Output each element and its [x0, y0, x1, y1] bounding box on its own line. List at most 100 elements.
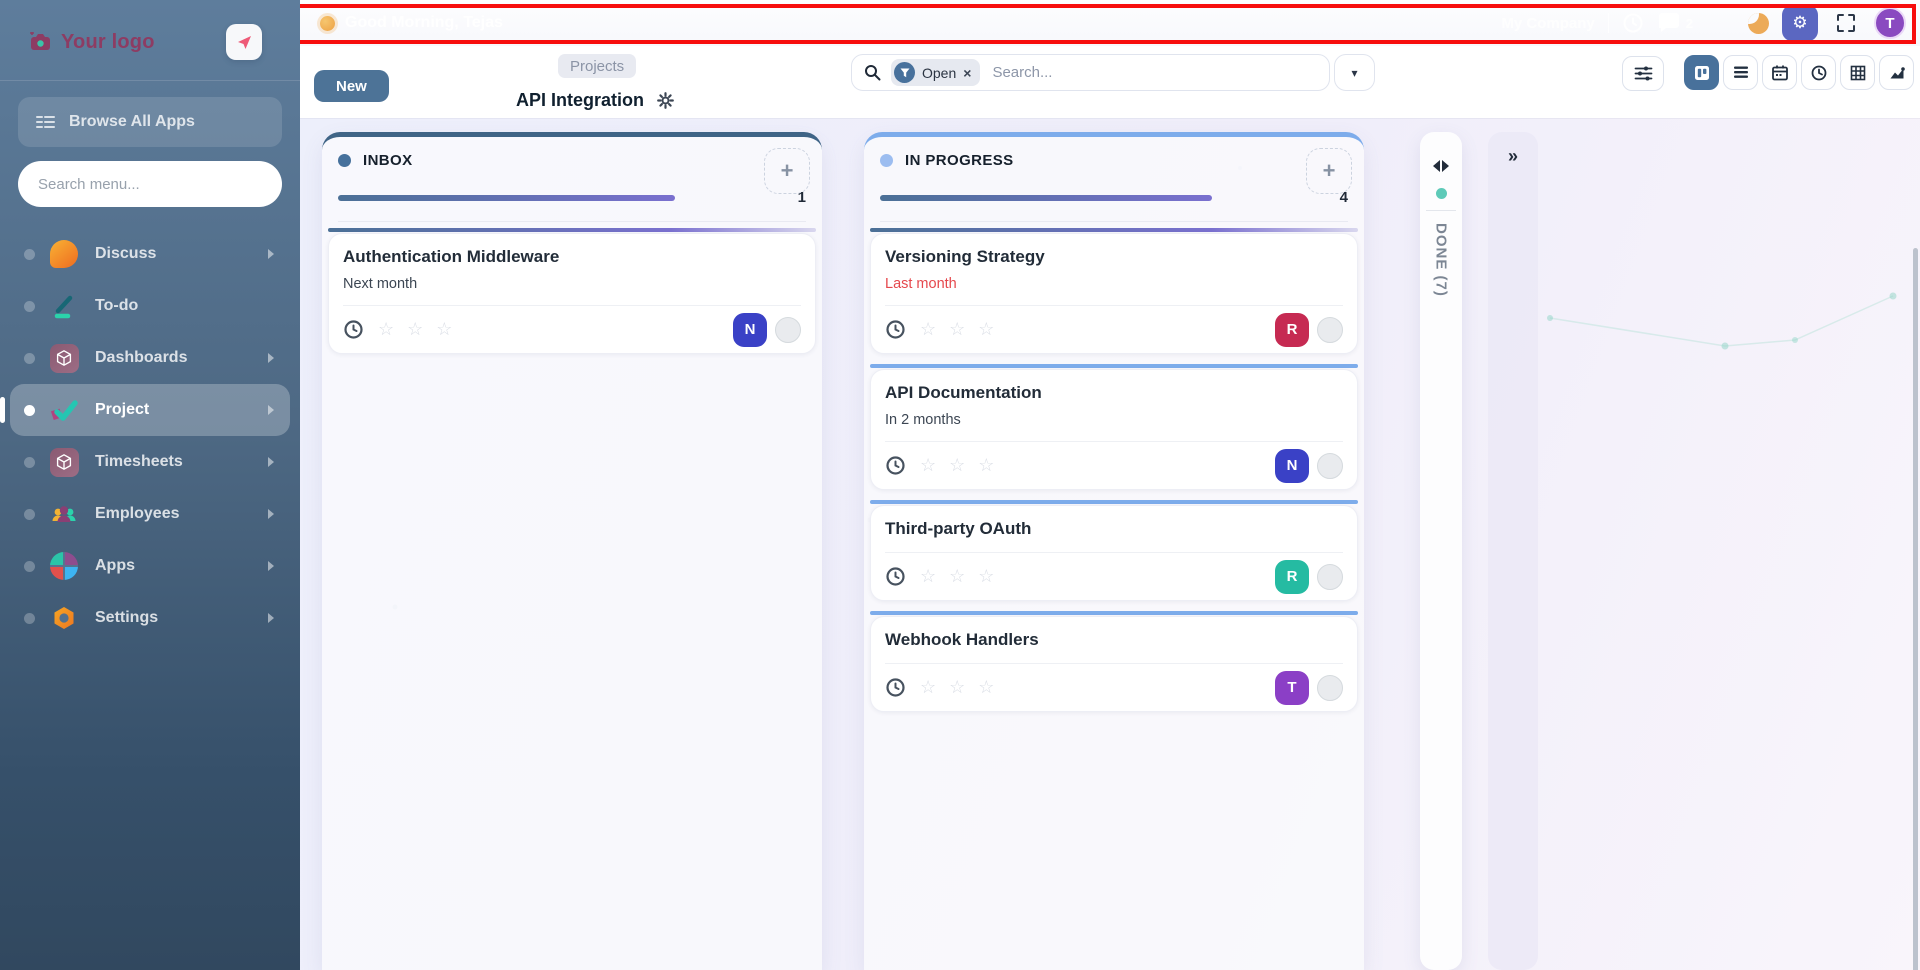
- messages-button[interactable]: 2: [1657, 13, 1693, 33]
- add-card-button[interactable]: +: [1306, 148, 1352, 194]
- sidebar-item-apps[interactable]: Apps: [10, 540, 290, 592]
- assignee-avatar[interactable]: N: [733, 313, 767, 347]
- chevron-right-icon: [268, 561, 274, 571]
- sidebar-item-dashboards[interactable]: Dashboards: [10, 332, 290, 384]
- priority-stars[interactable]: ☆ ☆ ☆: [920, 566, 998, 587]
- kanban-state-button[interactable]: [1317, 317, 1343, 343]
- sidebar-item-settings[interactable]: Settings: [10, 592, 290, 644]
- bullet-icon: [24, 457, 35, 468]
- priority-stars[interactable]: ☆ ☆ ☆: [920, 455, 998, 476]
- graph-icon: [1888, 64, 1906, 82]
- page-title: API Integration: [516, 90, 644, 111]
- dark-mode-moon-icon[interactable]: [1748, 13, 1769, 34]
- breadcrumb[interactable]: Projects: [558, 54, 636, 78]
- view-list-button[interactable]: [1723, 55, 1758, 90]
- column-header[interactable]: IN PROGRESS + 4: [864, 137, 1364, 222]
- filter-funnel-icon: [894, 62, 915, 83]
- sidebar-item-discuss[interactable]: Discuss: [10, 228, 290, 280]
- bullet-icon: [24, 509, 35, 520]
- company-name[interactable]: My Company: [1501, 15, 1594, 32]
- collapse-arrow-icon: [235, 33, 253, 51]
- column-progress-bar: [338, 195, 675, 201]
- board-search-input[interactable]: [992, 64, 1317, 81]
- browse-all-apps-button[interactable]: Browse All Apps: [18, 97, 282, 147]
- kanban-card[interactable]: Third-party OAuth ☆ ☆ ☆ R: [870, 500, 1358, 601]
- kanban-state-button[interactable]: [775, 317, 801, 343]
- activity-clock-icon[interactable]: [885, 319, 906, 340]
- vertical-scrollbar[interactable]: [1913, 248, 1918, 970]
- kanban-card[interactable]: Webhook Handlers ☆ ☆ ☆ T: [870, 611, 1358, 712]
- add-card-button[interactable]: +: [764, 148, 810, 194]
- search-icon: [864, 64, 881, 81]
- fullscreen-button[interactable]: [1831, 8, 1861, 38]
- activities-clock-icon[interactable]: [1622, 12, 1644, 34]
- filter-chip-label: Open: [922, 65, 956, 81]
- column-header[interactable]: INBOX + 1: [322, 137, 822, 222]
- chevron-right-icon: [268, 249, 274, 259]
- column-done-collapsed[interactable]: DONE (7): [1420, 132, 1462, 970]
- priority-stars[interactable]: ☆ ☆ ☆: [920, 677, 998, 698]
- kanban-card[interactable]: Versioning Strategy Last month ☆ ☆ ☆ R: [870, 228, 1358, 354]
- sidebar-collapse-button[interactable]: [226, 24, 262, 60]
- sidebar-item-employees[interactable]: Employees: [10, 488, 290, 540]
- expand-column-icon[interactable]: [1433, 160, 1449, 172]
- kanban-card[interactable]: API Documentation In 2 months ☆ ☆ ☆ N: [870, 364, 1358, 490]
- filter-chip-open[interactable]: Open ×: [891, 59, 980, 86]
- plus-icon: +: [1323, 158, 1336, 183]
- view-activity-button[interactable]: [1801, 55, 1836, 90]
- menu-search-input[interactable]: [18, 161, 282, 207]
- dashboards-icon: [49, 343, 79, 373]
- search-panel: Open ×: [851, 54, 1330, 91]
- activity-clock-icon[interactable]: [343, 319, 364, 340]
- view-calendar-button[interactable]: [1762, 55, 1797, 90]
- column-progress-bar: [880, 195, 1212, 201]
- view-graph-button[interactable]: [1879, 55, 1914, 90]
- project-settings-gear-icon[interactable]: [657, 92, 674, 109]
- kanban-state-button[interactable]: [1317, 675, 1343, 701]
- filter-remove-icon[interactable]: ×: [963, 65, 971, 81]
- card-title: Third-party OAuth: [885, 519, 1343, 539]
- apps-icon: [49, 551, 79, 581]
- chevron-right-icon: [268, 353, 274, 363]
- sidebar-nav: Discuss To-do Dashboards: [0, 228, 300, 644]
- settings-gear-button[interactable]: ⚙: [1782, 5, 1818, 41]
- sidebar-item-timesheets[interactable]: Timesheets: [10, 436, 290, 488]
- activity-clock-icon[interactable]: [885, 566, 906, 587]
- card-accent: [870, 500, 1358, 504]
- cards-list: Versioning Strategy Last month ☆ ☆ ☆ R: [864, 222, 1364, 712]
- assignee-avatar[interactable]: R: [1275, 313, 1309, 347]
- priority-stars[interactable]: ☆ ☆ ☆: [920, 319, 998, 340]
- filters-sliders-button[interactable]: [1622, 56, 1664, 91]
- gear-icon: ⚙: [1792, 13, 1807, 33]
- project-icon: [49, 395, 79, 425]
- activity-clock-icon[interactable]: [885, 455, 906, 476]
- sidebar-item-project[interactable]: Project: [10, 384, 290, 436]
- card-deadline: Last month: [885, 276, 1343, 292]
- new-button[interactable]: New: [314, 70, 389, 102]
- settings-icon: [49, 603, 79, 633]
- kanban-card[interactable]: Authentication Middleware Next month ☆ ☆…: [328, 228, 816, 354]
- activity-clock-icon[interactable]: [885, 677, 906, 698]
- user-avatar[interactable]: T: [1874, 7, 1906, 39]
- search-dropdown-button[interactable]: ▾: [1334, 54, 1375, 91]
- assignee-avatar[interactable]: N: [1275, 449, 1309, 483]
- sidebar-item-label: To-do: [95, 297, 138, 315]
- todo-icon: [49, 291, 79, 321]
- clock-icon: [1810, 64, 1828, 82]
- messages-icon: [1657, 13, 1681, 33]
- card-deadline: Next month: [343, 276, 801, 292]
- collapsed-rail[interactable]: »: [1488, 132, 1538, 970]
- discuss-icon: [49, 239, 79, 269]
- assignee-avatar[interactable]: T: [1275, 671, 1309, 705]
- chevron-right-icon: [268, 457, 274, 467]
- view-kanban-button[interactable]: [1684, 55, 1719, 90]
- priority-stars[interactable]: ☆ ☆ ☆: [378, 319, 456, 340]
- kanban-state-button[interactable]: [1317, 453, 1343, 479]
- sliders-icon: [1634, 65, 1653, 82]
- column-name: INBOX: [363, 152, 413, 169]
- column-color-dot: [880, 154, 893, 167]
- view-pivot-button[interactable]: [1840, 55, 1875, 90]
- kanban-state-button[interactable]: [1317, 564, 1343, 590]
- assignee-avatar[interactable]: R: [1275, 560, 1309, 594]
- sidebar-item-todo[interactable]: To-do: [10, 280, 290, 332]
